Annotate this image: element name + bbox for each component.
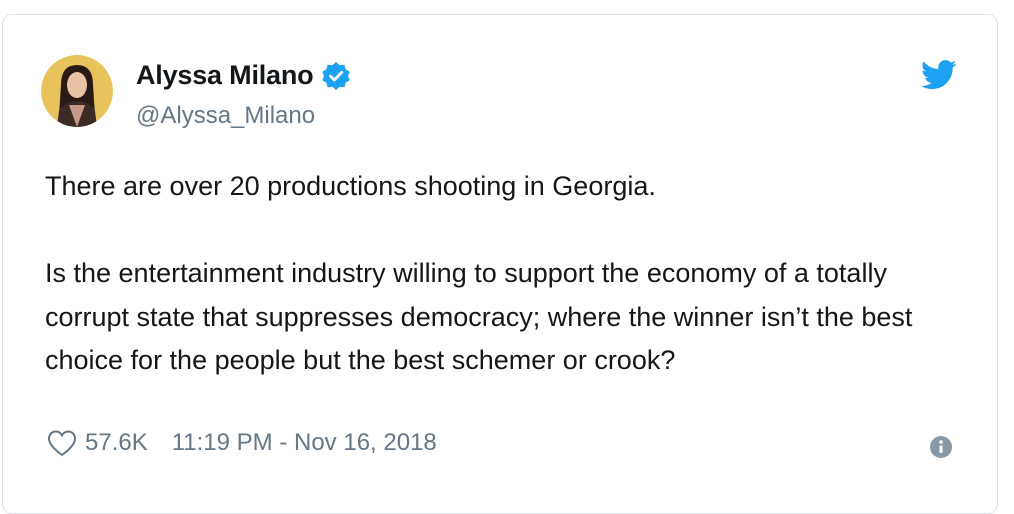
info-icon[interactable] (929, 435, 953, 459)
like-count[interactable]: 57.6K (85, 429, 148, 457)
heart-icon[interactable] (47, 429, 77, 457)
author-handle[interactable]: @Alyssa_Milano (136, 102, 315, 130)
tweet-card[interactable]: Alyssa Milano @Alyssa_Milano There are o… (2, 14, 998, 514)
tweet-timestamp[interactable]: 11:19 PM - Nov 16, 2018 (172, 429, 437, 457)
twitter-bird-icon[interactable] (921, 60, 957, 90)
avatar-photo (41, 55, 113, 127)
tweet-text: There are over 20 productions shooting i… (45, 171, 913, 375)
tweet-meta: 57.6K 11:19 PM - Nov 16, 2018 (47, 429, 437, 457)
author-display-name[interactable]: Alyssa Milano (136, 60, 314, 91)
avatar[interactable] (41, 55, 113, 127)
author-name-row: Alyssa Milano (136, 60, 351, 91)
verified-badge-icon (321, 61, 351, 91)
